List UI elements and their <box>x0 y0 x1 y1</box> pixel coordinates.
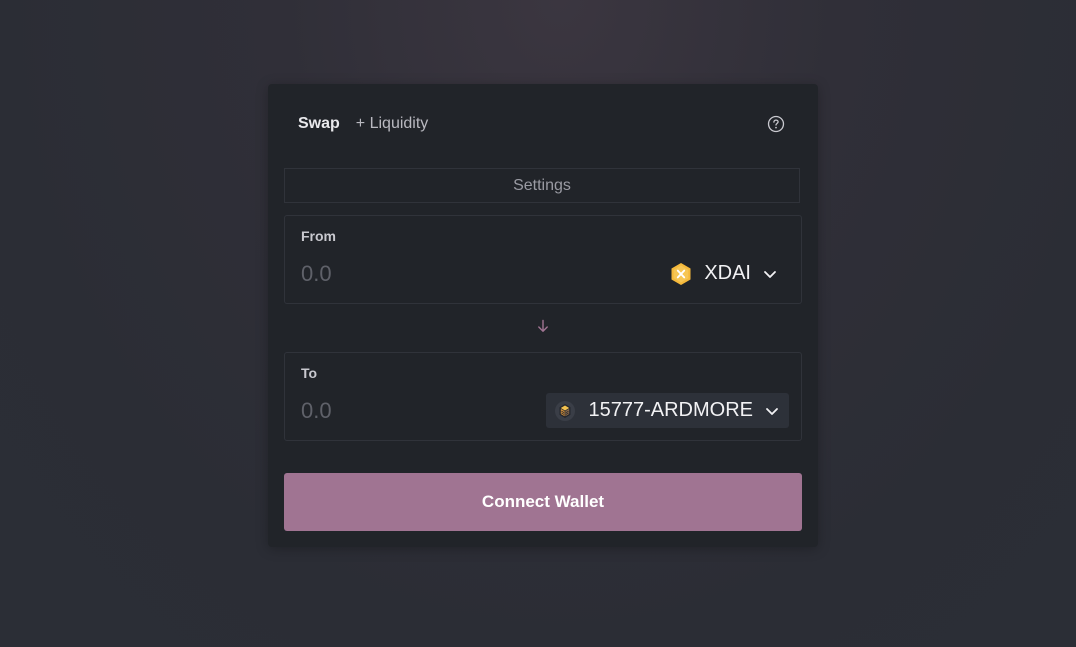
swap-nav: Swap + Liquidity <box>298 113 444 135</box>
from-token-symbol: XDAI <box>704 262 751 284</box>
swap-card: Swap + Liquidity Settings From XDAI <box>268 84 818 547</box>
settings-label: Settings <box>513 176 571 194</box>
to-amount-input[interactable] <box>297 393 545 429</box>
question-circle-icon <box>767 115 785 133</box>
from-label: From <box>301 228 336 244</box>
from-token-select[interactable]: XDAI <box>662 256 787 291</box>
from-panel: From XDAI <box>284 215 802 304</box>
to-token-select[interactable]: 15777-ARDMORE <box>546 393 789 428</box>
chevron-down-icon <box>763 269 777 279</box>
tab-swap[interactable]: Swap <box>298 113 340 135</box>
xdai-token-icon <box>670 262 692 286</box>
to-token-symbol: 15777-ARDMORE <box>588 399 753 421</box>
switch-direction-button[interactable] <box>536 318 550 334</box>
to-panel: To 15777-ARDMORE <box>284 352 802 441</box>
chevron-down-icon <box>765 406 779 416</box>
arrow-down-icon <box>537 319 549 333</box>
help-button[interactable] <box>766 114 786 134</box>
to-label: To <box>301 365 318 381</box>
from-amount-input[interactable] <box>297 256 545 292</box>
ardmore-token-icon <box>554 400 576 422</box>
settings-toggle[interactable]: Settings <box>284 168 800 203</box>
connect-wallet-button[interactable]: Connect Wallet <box>284 473 802 531</box>
tab-liquidity[interactable]: + Liquidity <box>356 113 429 135</box>
